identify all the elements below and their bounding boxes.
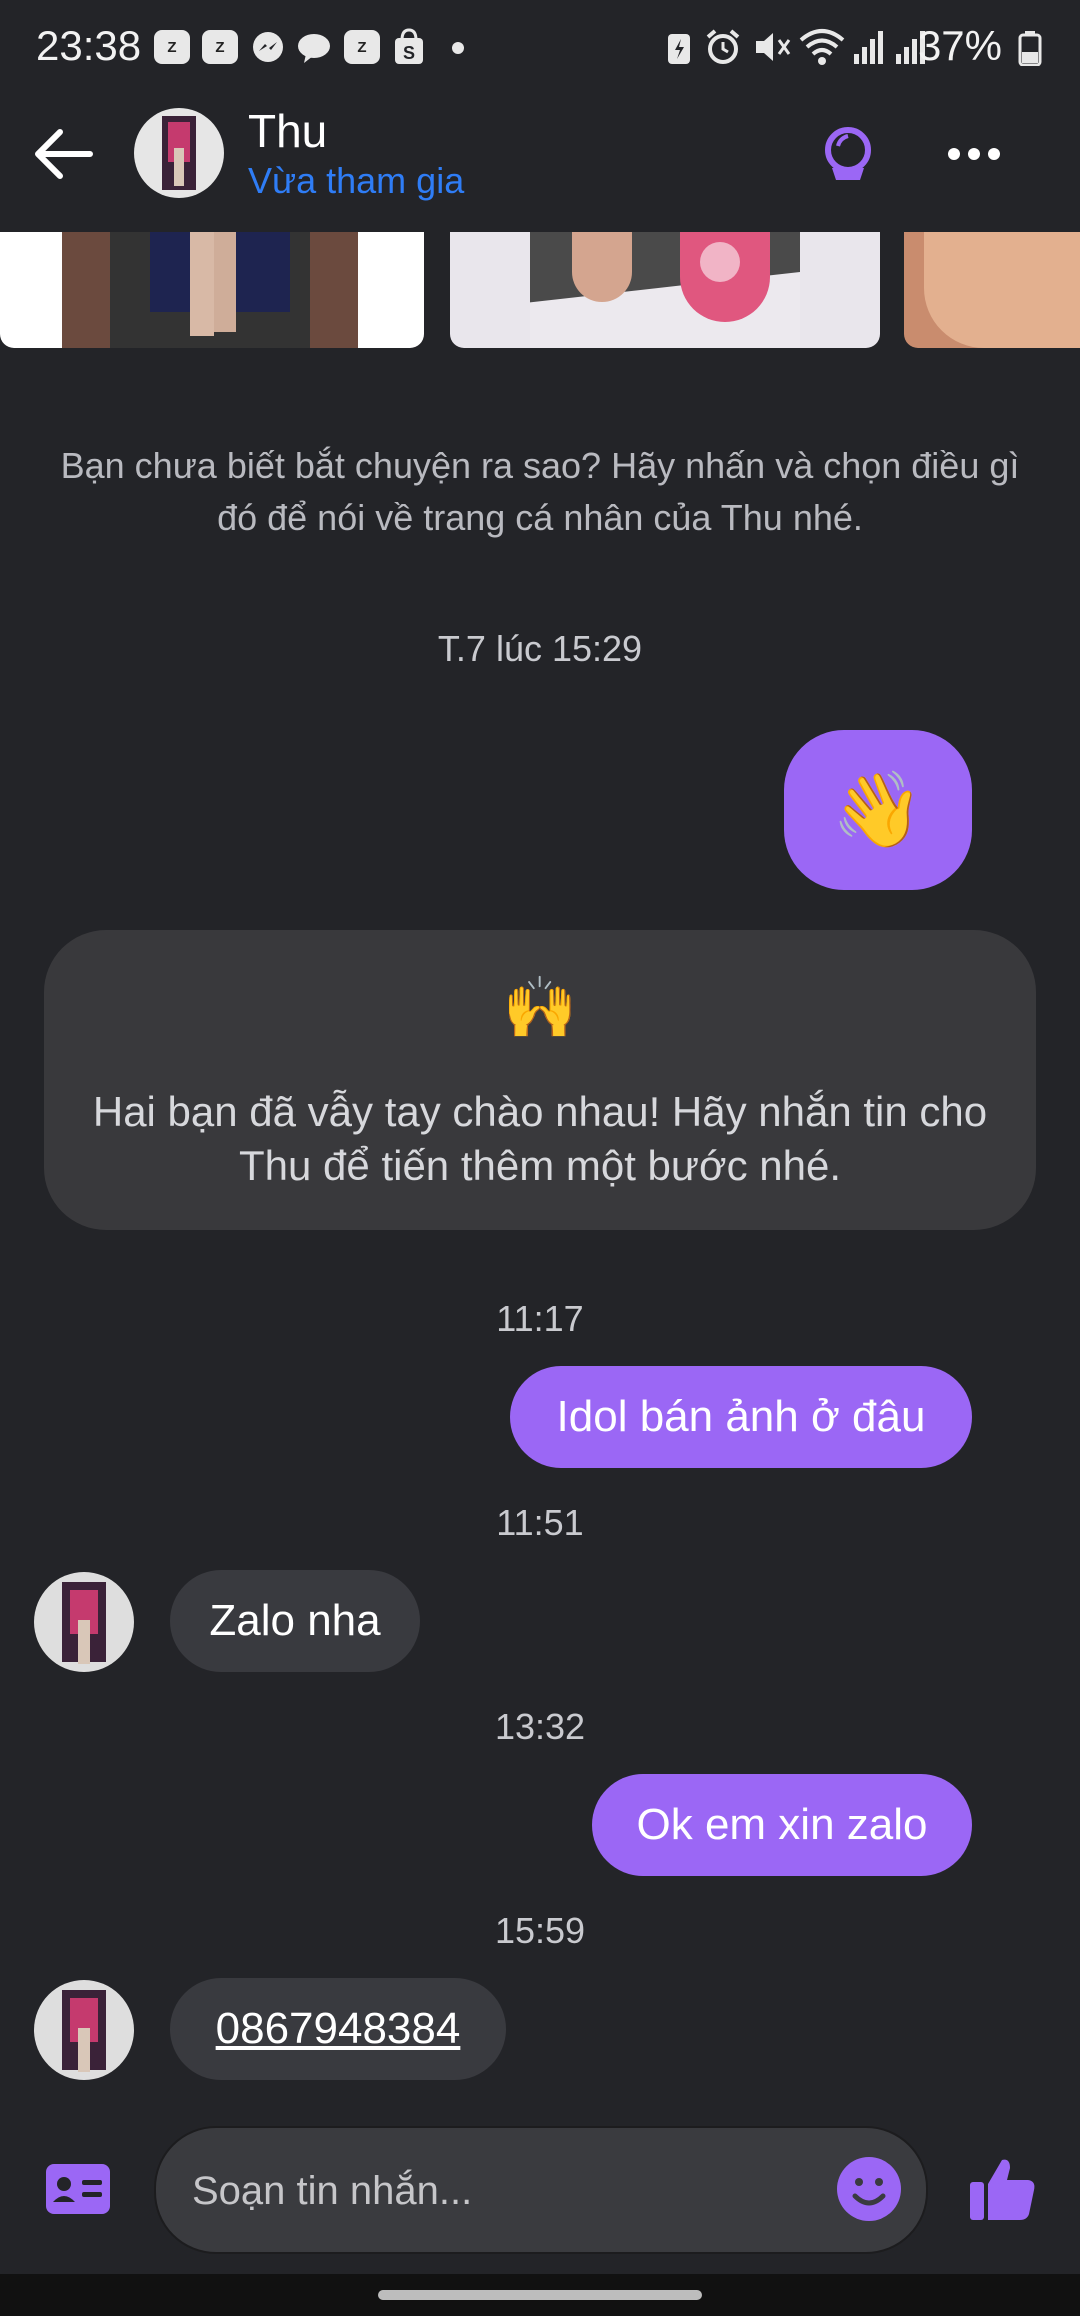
alarm-icon — [706, 29, 740, 64]
crystal-ball-icon[interactable] — [820, 124, 876, 184]
svg-text:S: S — [403, 43, 415, 63]
contact-avatar[interactable] — [134, 108, 224, 198]
phone-number-link[interactable]: 0867948384 — [170, 1978, 506, 2080]
chat-icon — [298, 34, 330, 63]
wave-card-text: Hai bạn đã vẫy tay chào nhau! Hãy nhắn t… — [92, 1088, 988, 1189]
messenger-icon — [253, 32, 283, 62]
profile-photo-2[interactable] — [450, 232, 880, 348]
outgoing-message[interactable]: Idol bán ảnh ở đâu — [510, 1366, 972, 1468]
zalo-icon: Z — [154, 30, 190, 64]
wave-message[interactable]: 👋 — [784, 730, 972, 890]
profile-photo-1[interactable] — [0, 232, 424, 348]
timestamp: 13:32 — [494, 1706, 586, 1747]
signal-icon — [854, 31, 883, 64]
battery-percentage: 37% — [917, 22, 1002, 69]
conversation-starter-hint: Bạn chưa biết bắt chuyện ra sao? Hãy nhấ… — [60, 445, 1020, 538]
status-bar: 23:38 Z Z Z S 37% — [0, 0, 1080, 96]
more-notifications-dot — [452, 42, 464, 54]
battery-icon — [1018, 31, 1042, 66]
shopee-icon: S — [395, 28, 423, 64]
battery-saver-icon — [668, 34, 690, 64]
timestamp: 15:59 — [494, 1910, 586, 1951]
raised-hands-emoji: 🙌 — [502, 974, 578, 1041]
back-arrow-icon[interactable] — [30, 126, 94, 182]
message-composer[interactable] — [154, 2126, 928, 2254]
contact-status: Vừa tham gia — [248, 160, 465, 201]
timestamp: T.7 lúc 15:29 — [437, 628, 643, 669]
emoji-icon[interactable] — [836, 2156, 902, 2222]
sender-avatar[interactable] — [34, 1572, 134, 1672]
wifi-icon — [799, 29, 845, 65]
status-time: 23:38 — [36, 22, 142, 69]
profile-card-icon[interactable] — [44, 2162, 112, 2216]
sender-avatar[interactable] — [34, 1980, 134, 2080]
timestamp: 11:17 — [496, 1298, 584, 1339]
timestamp: 11:51 — [496, 1502, 584, 1543]
outgoing-message[interactable]: Ok em xin zalo — [592, 1774, 972, 1876]
zalo-icon: Z — [344, 30, 380, 64]
profile-photo-3[interactable] — [904, 232, 1080, 348]
contact-name[interactable]: Thu — [248, 104, 327, 158]
message-input[interactable] — [190, 2128, 754, 2254]
mute-icon — [756, 33, 791, 61]
more-options-icon[interactable] — [946, 146, 1002, 162]
home-indicator[interactable] — [378, 2290, 702, 2300]
like-icon[interactable] — [966, 2154, 1038, 2224]
zalo-icon: Z — [202, 30, 238, 64]
incoming-message[interactable]: Zalo nha — [170, 1570, 420, 1672]
